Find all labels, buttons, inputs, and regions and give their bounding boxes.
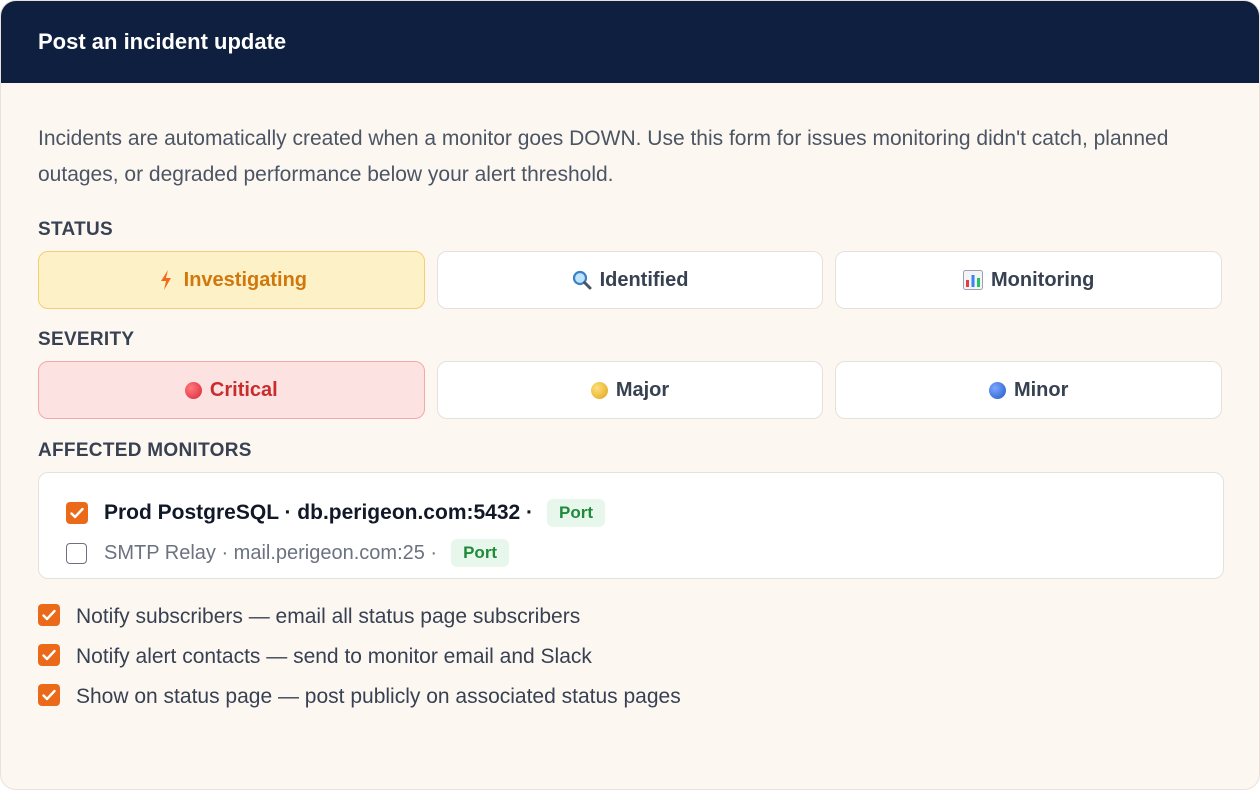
status-identified-label: Identified — [599, 268, 689, 291]
status-label: STATUS — [38, 219, 113, 240]
notify-subscribers-option: Notify subscribers — email all status pa… — [38, 597, 1222, 637]
monitor-type-tag: Port — [547, 499, 606, 527]
severity-minor-button[interactable]: Minor — [835, 361, 1223, 419]
severity-minor-label: Minor — [1013, 378, 1069, 401]
magnifier-icon — [572, 270, 592, 290]
status-identified-button[interactable]: Identified — [436, 251, 824, 309]
monitor-checkbox-checked[interactable] — [66, 502, 88, 524]
monitor-item: SMTP Relay · mail.perigeon.com:25 · Port — [66, 533, 1223, 573]
severity-major-button[interactable]: Major — [436, 361, 824, 419]
notification-options: Notify subscribers — email all status pa… — [38, 597, 1222, 717]
monitor-checkbox-unchecked[interactable] — [66, 542, 87, 564]
monitor-name: SMTP Relay · mail.perigeon.com:25 · — [104, 541, 438, 564]
notify-subscribers-label: Notify subscribers — email all status pa… — [76, 605, 581, 628]
status-monitoring-button[interactable]: Monitoring — [835, 251, 1223, 309]
card-title: Post an incident update — [38, 29, 287, 54]
blue-circle-icon — [988, 381, 1006, 399]
affected-monitors-list: Prod PostgreSQL · db.perigeon.com:5432 ·… — [38, 472, 1224, 579]
lightning-icon — [156, 270, 176, 290]
red-circle-icon — [184, 381, 202, 399]
status-investigating-button[interactable]: Investigating — [38, 251, 425, 309]
severity-major-label: Major — [615, 378, 670, 401]
severity-label: SEVERITY — [38, 329, 135, 350]
notify-alert-contacts-label: Notify alert contacts — send to monitor … — [76, 645, 592, 668]
checkmark-icon — [42, 609, 56, 621]
status-options: Investigating Identified Monitoring — [38, 251, 1223, 309]
notify-alert-contacts-checkbox[interactable] — [38, 644, 60, 666]
show-on-status-page-label: Show on status page — post publicly on a… — [76, 685, 681, 708]
severity-critical-button[interactable]: Critical — [38, 361, 425, 419]
yellow-circle-icon — [590, 381, 608, 399]
checkmark-icon — [70, 507, 84, 519]
monitor-item: Prod PostgreSQL · db.perigeon.com:5432 ·… — [66, 493, 1223, 533]
incident-update-card: Post an incident update Incidents are au… — [0, 0, 1260, 790]
status-investigating-label: Investigating — [183, 268, 308, 291]
show-on-status-page-checkbox[interactable] — [38, 684, 60, 706]
intro-text: Incidents are automatically created when… — [38, 127, 1169, 186]
severity-options: Critical Major Minor — [38, 361, 1223, 419]
notify-alert-contacts-option: Notify alert contacts — send to monitor … — [38, 637, 1222, 677]
affected-monitors-label: AFFECTED MONITORS — [38, 440, 252, 461]
show-on-status-page-option: Show on status page — post publicly on a… — [38, 677, 1222, 717]
bar-chart-icon — [963, 270, 984, 290]
severity-critical-label: Critical — [209, 378, 278, 401]
card-body: Incidents are automatically created when… — [1, 121, 1259, 717]
checkmark-icon — [42, 689, 56, 701]
monitor-type-tag: Port — [451, 539, 510, 567]
checkmark-icon — [42, 649, 56, 661]
card-header: Post an incident update — [1, 1, 1259, 83]
status-monitoring-label: Monitoring — [991, 268, 1095, 291]
monitor-name: Prod PostgreSQL · db.perigeon.com:5432 · — [104, 501, 534, 524]
notify-subscribers-checkbox[interactable] — [38, 604, 60, 626]
